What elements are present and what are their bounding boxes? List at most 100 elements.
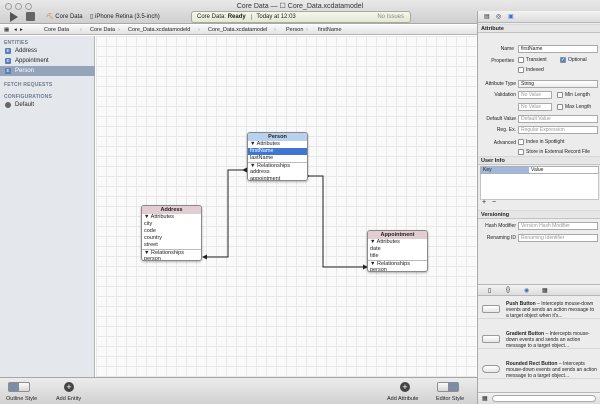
default-value-field[interactable]: Default Value [518, 115, 598, 123]
attribute-row[interactable]: code [142, 228, 201, 235]
configuration-item-default[interactable]: Default [0, 100, 95, 110]
indexed-checkbox[interactable] [518, 67, 524, 73]
editor-style-toggle[interactable] [437, 382, 459, 392]
forward-arrow-icon[interactable]: ▸ [20, 25, 23, 35]
quick-help-icon[interactable]: ◎ [496, 13, 501, 20]
external-storage-checkbox[interactable] [518, 149, 524, 155]
library-item-text: Rounded Rect Button – Intercepts mouse-d… [506, 361, 598, 379]
max-value-field[interactable]: No Value [518, 103, 552, 111]
entity-title: Appointment [368, 231, 427, 239]
entity-item-appointment[interactable]: E Appointment [0, 56, 95, 66]
transient-checkbox[interactable] [518, 57, 524, 63]
app-icon: ⛏ [46, 14, 54, 20]
spotlight-checkbox[interactable] [518, 139, 524, 145]
inspector-tabs: ▤ ◎ ▣ [478, 11, 600, 23]
user-info-table[interactable] [480, 174, 599, 200]
media-library-icon[interactable]: ▦ [542, 287, 548, 294]
renaming-id-field[interactable]: Renaming Identifier [518, 234, 598, 242]
attribute-row[interactable]: city [142, 221, 201, 228]
status-time: Today at 12:03 [251, 14, 296, 20]
relationships-group[interactable]: ▼ Relationships [368, 260, 427, 267]
library-item[interactable]: Gradient Button – Intercepts mouse-down … [478, 329, 600, 349]
regex-field[interactable]: Regular Expression [518, 126, 598, 134]
breadcrumb-model[interactable]: Core_Data.xcdatamodel [208, 25, 267, 35]
breadcrumb-model-bundle[interactable]: Core_Data.xcdatamodeld [128, 25, 190, 35]
entity-item-person[interactable]: E Person [0, 66, 95, 76]
library-item[interactable]: Push Button – Intercepts mouse-down even… [478, 299, 600, 319]
configuration-icon [5, 102, 11, 108]
run-icon[interactable] [10, 12, 18, 22]
min-value-field[interactable]: No Value [518, 91, 552, 99]
attribute-row[interactable]: lastName [248, 155, 307, 162]
value-column-header[interactable]: Value [531, 167, 543, 173]
entity-address[interactable]: Address ▼ Attributes city code country s… [141, 205, 202, 261]
attribute-type-select[interactable]: String [518, 80, 598, 88]
hash-modifier-field[interactable]: Version Hash Modifier [518, 222, 598, 230]
stop-icon[interactable] [26, 12, 35, 21]
configuration-label: Default [15, 102, 35, 108]
entity-label: Address [15, 48, 38, 54]
relationships-group[interactable]: ▼ Relationships [248, 162, 307, 169]
attribute-section-header: Attribute [478, 24, 600, 33]
regex-label: Reg. Ex. [496, 127, 516, 133]
attributes-group[interactable]: ▼ Attributes [368, 239, 427, 246]
entity-icon: E [5, 48, 11, 54]
breadcrumb-group[interactable]: Core Data [90, 25, 115, 35]
grid-view-icon[interactable]: ▦ [482, 395, 488, 402]
status-state: Ready [227, 14, 246, 20]
address-person-relationship-line [202, 167, 247, 260]
relationships-group[interactable]: ▼ Relationships [142, 249, 201, 256]
code-snippet-icon[interactable]: {} [506, 287, 510, 293]
key-column-header[interactable]: Key [481, 167, 529, 173]
scheme-target[interactable]: ⛏ Core Data [46, 12, 83, 22]
relationship-row[interactable]: appointment [248, 176, 307, 180]
status-issues: No Issues [377, 14, 404, 20]
activity-status: Core Data: Ready Today at 12:03 No Issue… [191, 11, 411, 23]
library-item-text: Push Button – Intercepts mouse-down even… [506, 301, 598, 319]
object-library-icon[interactable]: ◉ [524, 287, 529, 294]
add-attribute-icon[interactable]: + [400, 382, 410, 392]
entity-appointment[interactable]: Appointment ▼ Attributes date title ▼ Re… [367, 230, 428, 272]
attributes-group[interactable]: ▼ Attributes [142, 214, 201, 221]
attributes-group[interactable]: ▼ Attributes [248, 141, 307, 148]
gradient-button-icon [482, 335, 500, 343]
add-entity-label: Add Entity [56, 396, 82, 402]
versioning-header: Versioning [478, 210, 600, 219]
entity-icon: E [5, 68, 11, 74]
attribute-row[interactable]: country [142, 235, 201, 242]
min-length-checkbox[interactable] [557, 92, 563, 98]
library-search-field[interactable] [492, 395, 596, 402]
user-info-table-header: Key Value [480, 166, 599, 174]
data-model-inspector-icon[interactable]: ▣ [508, 13, 514, 20]
outline-style-toggle[interactable] [8, 382, 30, 392]
default-value-label: Default Value [486, 116, 516, 122]
add-user-info-icon[interactable]: + [482, 199, 486, 206]
relationship-row[interactable]: address [248, 169, 307, 176]
scheme-device-label: iPhone Retina (3.5-inch) [94, 14, 160, 20]
library-item[interactable]: Rounded Rect Button – Intercepts mouse-d… [478, 359, 600, 379]
optional-checkbox[interactable]: ✓ [560, 57, 566, 63]
max-length-checkbox[interactable] [557, 104, 563, 110]
attribute-row[interactable]: street [142, 242, 201, 249]
back-arrow-icon[interactable]: ◂ [14, 25, 17, 35]
entity-person[interactable]: Person ▼ Attributes firstName lastName ▼… [247, 132, 308, 181]
breadcrumb-attribute[interactable]: firstName [318, 25, 342, 35]
attribute-row[interactable]: firstName [248, 148, 307, 155]
model-graph-canvas[interactable]: Person ▼ Attributes firstName lastName ▼… [96, 36, 476, 377]
remove-user-info-icon[interactable]: − [492, 199, 496, 206]
attribute-row[interactable]: date [368, 246, 427, 253]
attribute-row[interactable]: title [368, 253, 427, 260]
name-field[interactable]: firstName [518, 45, 598, 53]
breadcrumb-separator: › [198, 27, 200, 33]
advanced-label: Advanced [493, 140, 516, 146]
add-entity-icon[interactable]: + [64, 382, 74, 392]
grid-icon[interactable]: ▦ [4, 25, 9, 35]
entity-item-address[interactable]: E Address [0, 46, 95, 56]
scheme-device[interactable]: ▯ iPhone Retina (3.5-inch) [90, 12, 160, 22]
file-inspector-icon[interactable]: ▤ [484, 13, 490, 20]
window-title: Core Data — ☐ Core_Data.xcdatamodel [236, 3, 364, 10]
breadcrumb-entity[interactable]: Person [286, 25, 303, 35]
breadcrumb-project[interactable]: Core Data [44, 25, 69, 35]
file-template-icon[interactable]: ▯ [488, 287, 491, 294]
indexed-label: Indexed [526, 67, 544, 73]
